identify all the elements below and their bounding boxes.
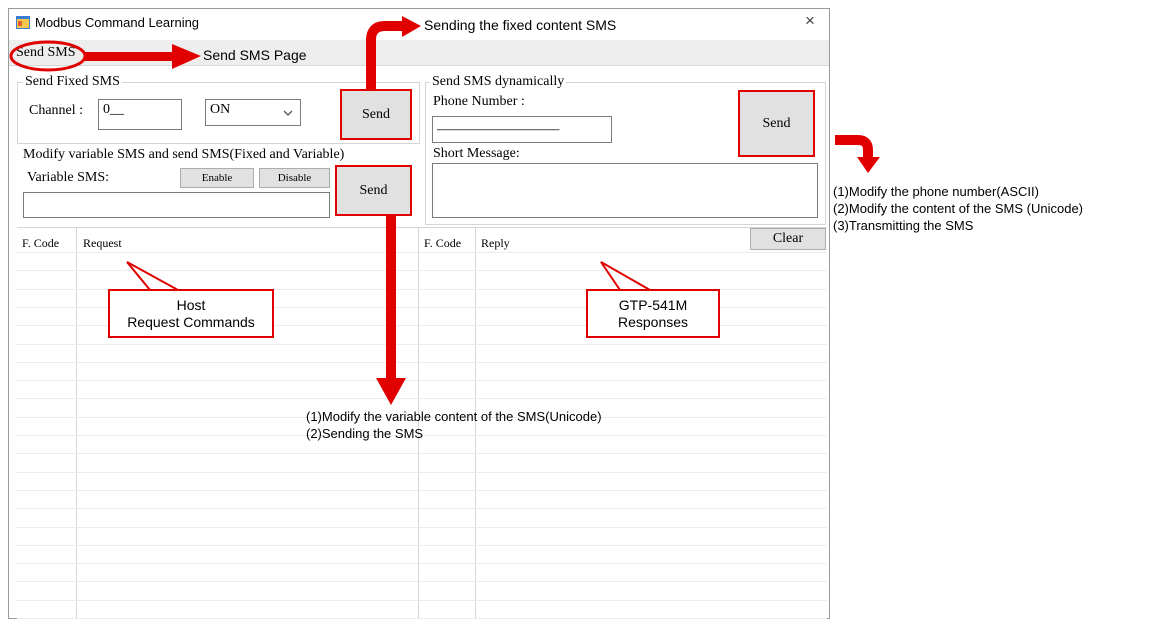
send-sms-page-note: Send SMS Page (203, 47, 307, 63)
host-callout-tail (126, 261, 179, 291)
dynamic-notes: (1)Modify the phone number(ASCII) (2)Mod… (833, 183, 1083, 234)
gtp-callout-line1: GTP-541M (618, 297, 688, 313)
fixed-send-arrow (366, 16, 421, 89)
gtp-callout-tail (600, 261, 654, 291)
dynamic-note-2: (2)Modify the content of the SMS (Unicod… (833, 201, 1084, 216)
gtp-callout-line2: Responses (617, 314, 689, 330)
variable-send-arrow (376, 216, 406, 405)
variable-note-2: (2)Sending the SMS (306, 426, 424, 441)
variable-note-1: (1)Modify the variable content of the SM… (306, 409, 602, 424)
dynamic-send-arrow (835, 135, 880, 173)
dynamic-note-3: (3)Transmitting the SMS (833, 218, 974, 233)
host-callout-line2: Request Commands (127, 314, 255, 330)
gtp-callout: GTP-541M Responses (586, 289, 720, 338)
tab-highlight-ellipse (9, 40, 87, 72)
fixed-content-note: Sending the fixed content SMS (424, 17, 617, 33)
host-callout: Host Request Commands (108, 289, 274, 338)
dynamic-note-1: (1)Modify the phone number(ASCII) (833, 184, 1039, 199)
variable-notes: (1)Modify the variable content of the SM… (306, 408, 602, 442)
send-sms-page-arrow (85, 44, 201, 69)
host-callout-line1: Host (176, 297, 206, 313)
